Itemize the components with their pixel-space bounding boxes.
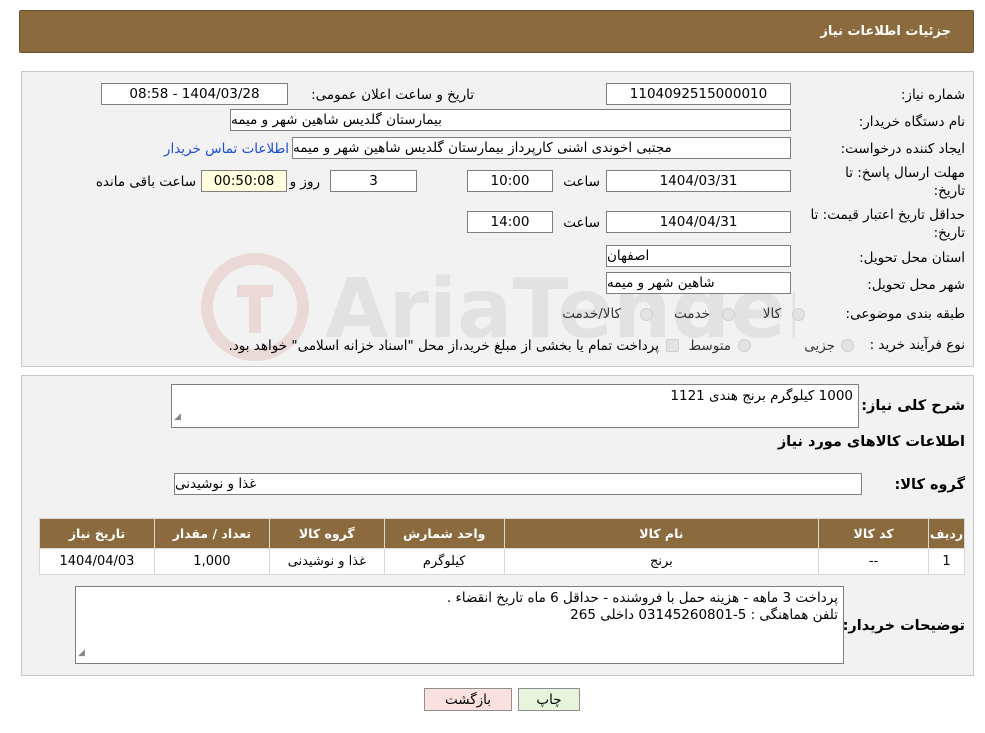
reply-date-field: 1404/03/31: [606, 170, 791, 192]
need-number-label: شماره نیاز:: [900, 87, 965, 103]
need-number-field: 1104092515000010: [606, 83, 791, 105]
items-section-title: اطلاعات کالاهای مورد نیاز: [777, 434, 965, 450]
summary-text: 1000 کیلوگرم برنج هندی 1121: [670, 388, 853, 404]
items-table-header: ردیف کد کالا نام کالا واحد شمارش گروه کا…: [39, 518, 965, 549]
category-label: طبقه بندی موضوعی:: [845, 306, 965, 322]
city-label: شهر محل تحویل:: [867, 277, 965, 293]
col-unit: واحد شمارش: [383, 518, 505, 549]
buyer-notes-label: توضیحات خریدار:: [842, 618, 965, 634]
back-button[interactable]: بازگشت: [424, 688, 512, 711]
remaining-time-field: 00:50:08: [201, 170, 287, 192]
reply-hour-label: ساعت: [563, 174, 600, 190]
creator-field: مجتبی اخوندی اشنی کارپرداز بیمارستان گلد…: [292, 137, 791, 159]
items-table: ردیف کد کالا نام کالا واحد شمارش گروه کا…: [39, 518, 965, 575]
category-goods-service-radio[interactable]: [640, 308, 653, 321]
cell-row: 1: [928, 548, 965, 575]
process-treasury-checkbox[interactable]: [666, 339, 679, 352]
validity-time-field: 14:00: [467, 211, 553, 233]
reply-time-field: 10:00: [467, 170, 553, 192]
buyer-org-field: بیمارستان گلدیس شاهین شهر و میمه: [230, 109, 791, 131]
validity-label-2: تاریخ:: [933, 225, 965, 241]
process-medium-label: متوسط: [688, 338, 731, 354]
creator-label: ایجاد کننده درخواست:: [840, 141, 965, 157]
col-code: کد کالا: [818, 518, 930, 549]
process-label: نوع فرآیند خرید :: [869, 337, 965, 353]
category-service-radio[interactable]: [722, 308, 735, 321]
col-name: نام کالا: [503, 518, 820, 549]
cell-quantity: 1,000: [153, 548, 270, 575]
announce-label: تاریخ و ساعت اعلان عمومی:: [311, 87, 474, 103]
category-service-label: خدمت: [674, 306, 710, 322]
cell-unit: کیلوگرم: [383, 548, 505, 575]
city-field: شاهین شهر و میمه: [606, 272, 791, 294]
province-label: استان محل تحویل:: [859, 250, 965, 266]
category-goods-radio[interactable]: [792, 308, 805, 321]
cell-date: 1404/04/03: [39, 548, 155, 575]
col-quantity: تعداد / مقدار: [153, 518, 270, 549]
validity-label: حداقل تاریخ اعتبار قیمت: تا: [810, 207, 965, 223]
page-header: جزئیات اطلاعات نیاز: [19, 10, 974, 53]
category-goods-label: کالا: [762, 306, 781, 322]
process-medium-radio[interactable]: [738, 339, 751, 352]
col-row: ردیف: [928, 518, 965, 549]
cell-code: --: [818, 548, 930, 575]
col-group: گروه کالا: [268, 518, 385, 549]
col-date: تاریخ نیاز: [39, 518, 155, 549]
resize-grip-icon[interactable]: ◢: [174, 409, 181, 426]
buyer-notes-textarea[interactable]: پرداخت 3 ماهه - هزینه حمل با فروشنده - ح…: [75, 586, 844, 664]
process-minor-label: جزیی: [804, 338, 835, 354]
summary-textarea[interactable]: 1000 کیلوگرم برنج هندی 1121 ◢: [171, 384, 859, 428]
category-goods-service-label: کالا/خدمت: [562, 306, 621, 322]
table-row: 1 -- برنج کیلوگرم غذا و نوشیدنی 1,000 14…: [39, 548, 965, 575]
days-label: روز و: [289, 174, 320, 190]
reply-deadline-label: مهلت ارسال پاسخ: تا: [845, 165, 965, 181]
process-minor-radio[interactable]: [841, 339, 854, 352]
buyer-contact-link[interactable]: اطلاعات تماس خریدار: [164, 141, 289, 157]
resize-grip-icon[interactable]: ◢: [78, 645, 85, 662]
print-button[interactable]: چاپ: [518, 688, 580, 711]
buyer-notes-line-2: تلفن هماهنگی : 5-03145260801 داخلی 265: [570, 607, 838, 623]
announce-field: 1404/03/28 - 08:58: [101, 83, 288, 105]
process-note: پرداخت تمام یا بخشی از مبلغ خرید،از محل …: [228, 338, 659, 354]
summary-label: شرح کلی نیاز:: [861, 398, 965, 414]
cell-name: برنج: [503, 548, 820, 575]
remaining-label: ساعت باقی مانده: [95, 174, 196, 190]
province-field: اصفهان: [606, 245, 791, 267]
days-field: 3: [330, 170, 417, 192]
buyer-org-label: نام دستگاه خریدار:: [858, 114, 965, 130]
validity-date-field: 1404/04/31: [606, 211, 791, 233]
page-title: جزئیات اطلاعات نیاز: [820, 24, 951, 39]
buyer-notes-line-1: پرداخت 3 ماهه - هزینه حمل با فروشنده - ح…: [446, 590, 838, 606]
group-field: غذا و نوشیدنی: [174, 473, 862, 495]
cell-group: غذا و نوشیدنی: [268, 548, 385, 575]
reply-deadline-label-2: تاریخ:: [933, 183, 965, 199]
group-label: گروه کالا:: [894, 477, 965, 493]
validity-hour-label: ساعت: [563, 215, 600, 231]
